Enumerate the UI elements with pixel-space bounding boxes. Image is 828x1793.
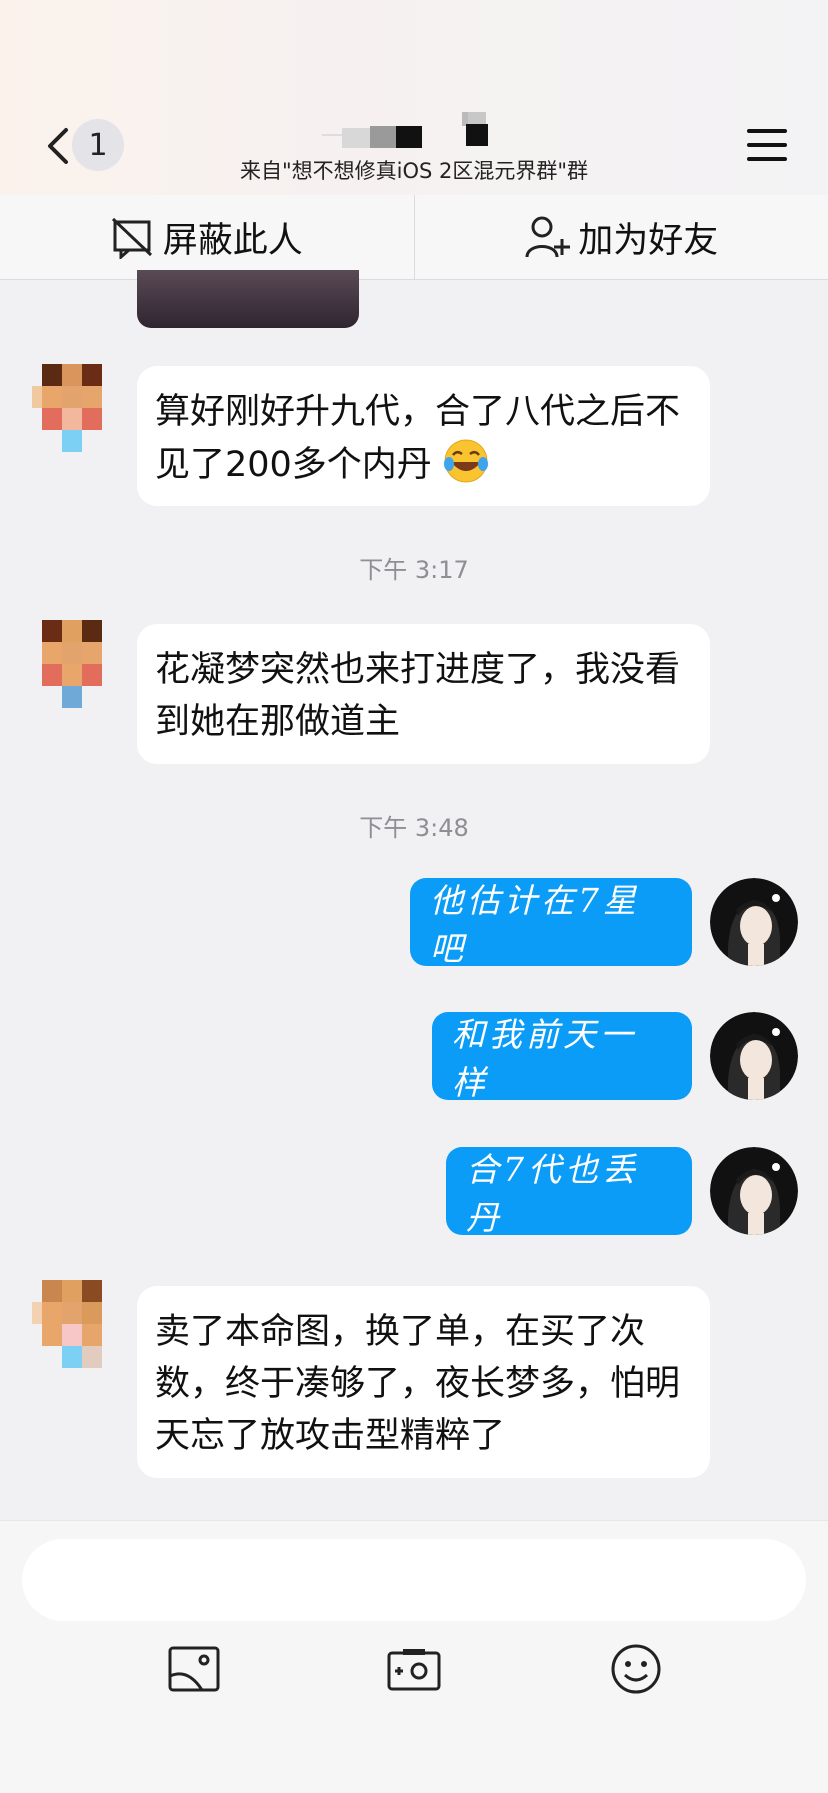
group-source-label: 来自"想不想修真iOS 2区混元界群"群 <box>0 155 828 185</box>
block-user-button[interactable]: 屏蔽此人 <box>0 195 415 279</box>
message-text: 和我前天一样 <box>452 1008 672 1104</box>
avatar-self[interactable] <box>710 1012 798 1100</box>
message-bubble[interactable]: 花凝梦突然也来打进度了，我没看到她在那做道主 <box>137 624 710 764</box>
message-bubble[interactable]: 卖了本命图，换了单，在买了次数，终于凑够了，夜长梦多，怕明天忘了放攻击型精粹了 <box>137 1286 710 1478</box>
avatar[interactable] <box>32 1280 112 1370</box>
message-timestamp: 下午 3:48 <box>0 808 828 843</box>
laughing-crying-emoji <box>443 438 489 484</box>
add-friend-button[interactable]: 加为好友 <box>415 195 828 279</box>
avatar[interactable] <box>32 620 112 710</box>
camera-button[interactable] <box>384 1639 444 1699</box>
message-input[interactable] <box>22 1539 806 1621</box>
camera-icon <box>387 1647 441 1691</box>
message-bubble[interactable]: 算好刚好升九代，合了八代之后不见了200多个内丹 <box>137 366 710 506</box>
menu-button[interactable] <box>744 122 790 168</box>
avatar-self[interactable] <box>710 1147 798 1235</box>
chat-header: 1 来自"想不想修真iOS 2区混元界群"群 <box>0 0 828 195</box>
emoji-icon <box>610 1643 662 1695</box>
message-text: 卖了本命图，换了单，在买了次数，终于凑够了，夜长梦多，怕明天忘了放攻击型精粹了 <box>155 1312 680 1456</box>
avatar-self[interactable] <box>710 878 798 966</box>
message-text: 合7代也丢丹 <box>466 1143 672 1239</box>
contact-name-redacted-2 <box>462 112 492 152</box>
block-user-icon <box>111 215 155 259</box>
message-text: 算好刚好升九代，合了八代之后不见了200多个内丹 <box>155 392 680 485</box>
message-text: 他估计在7星吧 <box>430 874 672 970</box>
message-bubble-sent[interactable]: 他估计在7星吧 <box>410 878 692 966</box>
block-user-label: 屏蔽此人 <box>163 212 303 263</box>
add-user-icon <box>524 215 570 259</box>
image-button[interactable] <box>164 1639 224 1699</box>
image-icon <box>168 1646 220 1692</box>
message-text: 花凝梦突然也来打进度了，我没看到她在那做道主 <box>155 650 680 742</box>
message-timestamp: 下午 3:17 <box>0 550 828 585</box>
image-message-thumbnail[interactable] <box>137 270 359 328</box>
message-bubble-sent[interactable]: 合7代也丢丹 <box>446 1147 692 1235</box>
composer <box>0 1520 828 1793</box>
hamburger-menu-icon <box>747 128 787 162</box>
contact-name-redacted <box>322 112 472 152</box>
emoji-button[interactable] <box>606 1639 666 1699</box>
message-bubble-sent[interactable]: 和我前天一样 <box>432 1012 692 1100</box>
avatar[interactable] <box>32 364 112 454</box>
stranger-action-bar: 屏蔽此人 加为好友 <box>0 195 828 280</box>
add-friend-label: 加为好友 <box>578 212 718 263</box>
